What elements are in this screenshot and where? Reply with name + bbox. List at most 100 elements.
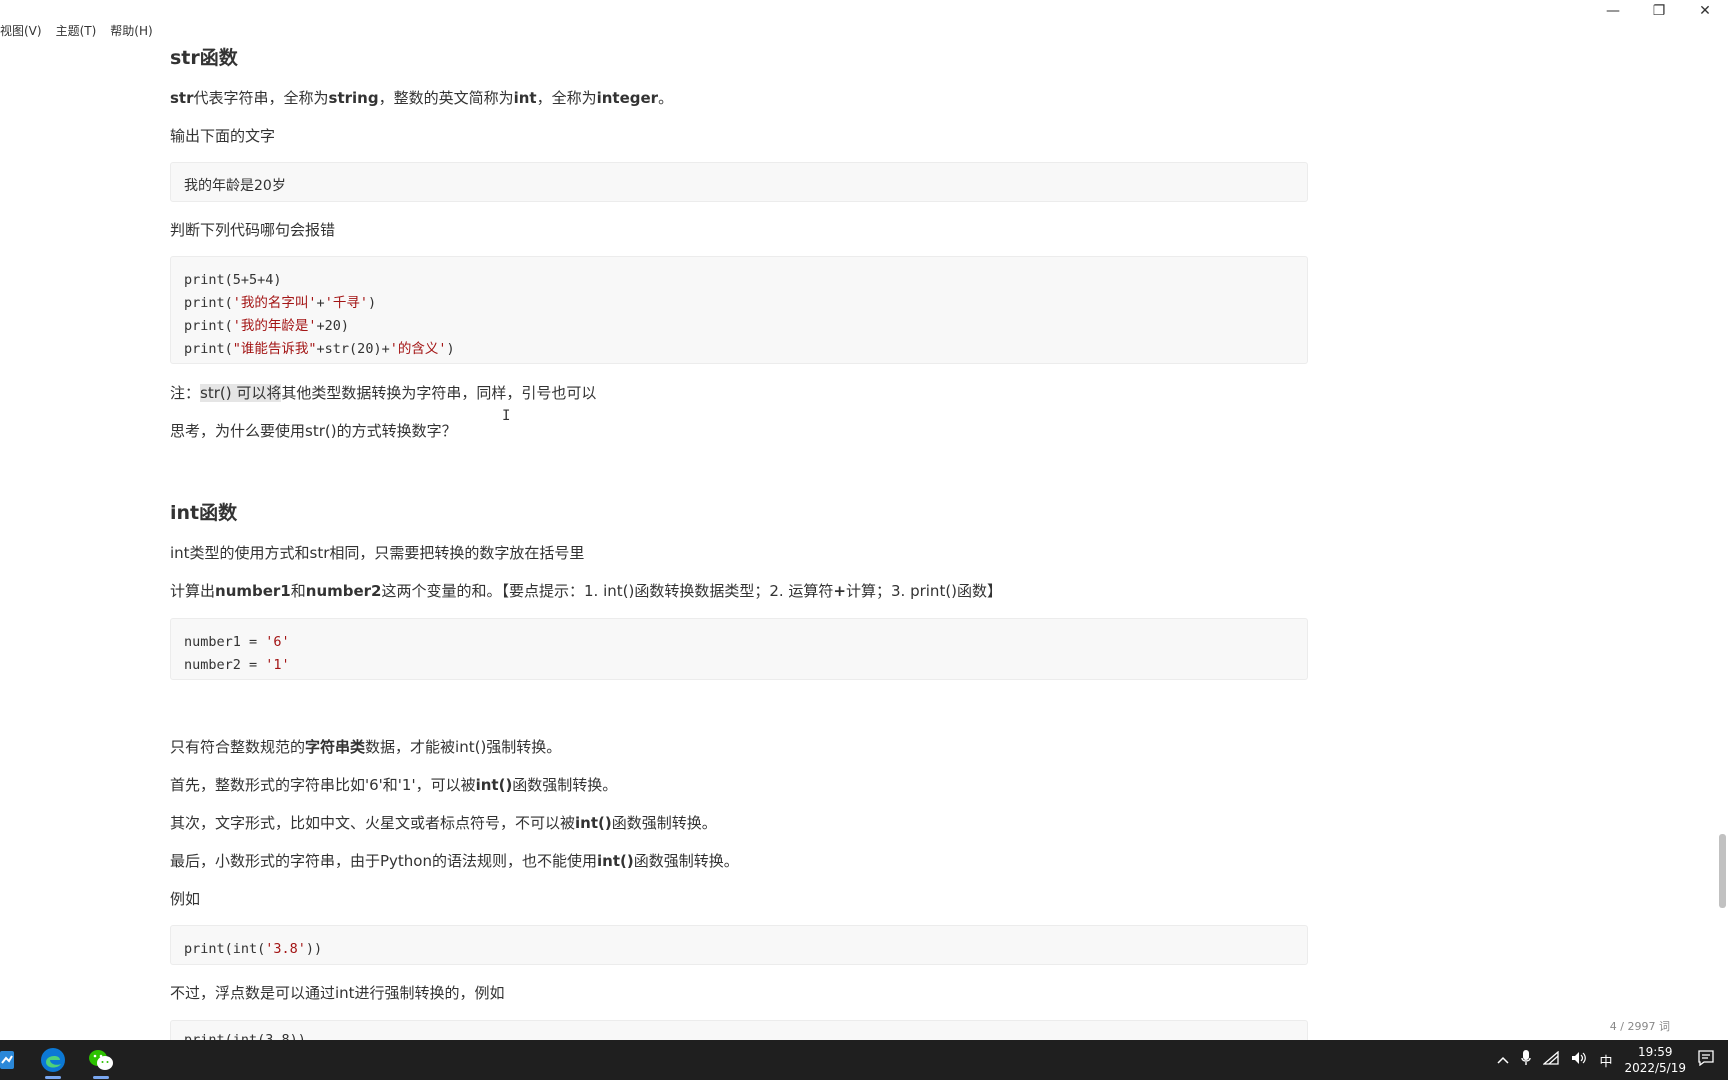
bold-text: int: [513, 89, 537, 107]
clock[interactable]: 19:59 2022/5/19: [1624, 1044, 1686, 1076]
network-icon[interactable]: [1542, 1050, 1560, 1069]
code-fn: print(: [184, 341, 233, 357]
code-line: number1 = '6': [184, 631, 1294, 654]
text: 计算出: [170, 582, 216, 600]
menu-bar: 视图(V) 主题(T) 帮助(H): [0, 22, 153, 39]
code-op: +: [316, 295, 325, 311]
bold-text: int(): [475, 776, 513, 794]
code-block-3: number1 = '6' number2 = '1': [170, 618, 1308, 680]
paragraph-second: 其次，文字形式，比如中文、火星文或者标点符号，不可以被int()函数强制转换。: [170, 812, 717, 833]
code-line: print('我的名字叫'+'千寻'): [184, 292, 1294, 315]
heading-str: str函数: [170, 47, 238, 69]
code-line: print('我的年龄是'+20): [184, 315, 1294, 338]
text: 数据，才能被int()强制转换。: [365, 738, 562, 756]
code-string: '1': [265, 657, 290, 673]
code-lhs: number1 =: [184, 634, 266, 650]
selected-text[interactable]: str() 可以将: [200, 384, 282, 402]
code-block-2: print(5+5+4) print('我的名字叫'+'千寻') print('…: [170, 256, 1308, 364]
code-paren: )): [305, 941, 323, 957]
code-op: +str(20)+: [316, 341, 390, 357]
wechat-icon: [89, 1050, 113, 1070]
code-fn: print(5+5+4): [184, 272, 282, 288]
app-icon-partial[interactable]: [0, 1045, 16, 1075]
text: 这两个变量的和。【要点提示：1. int()函数转换数据类型；2. 运算符: [381, 582, 834, 600]
volume-icon[interactable]: [1571, 1051, 1587, 1069]
notification-icon[interactable]: [1698, 1050, 1714, 1070]
code-fn: print(: [184, 295, 233, 311]
text: 其次，文字形式，比如中文、火星文或者标点符号，不可以被: [170, 814, 576, 832]
taskbar-edge[interactable]: [38, 1045, 68, 1079]
code-string: "谁能告诉我": [232, 341, 317, 357]
code-line: print("谁能告诉我"+str(20)+'的含义'): [184, 338, 1294, 361]
taskbar-wechat[interactable]: [86, 1045, 116, 1079]
code-string: '3.8': [265, 941, 306, 957]
heading-int: int函数: [170, 502, 238, 524]
code-block-4: print(int('3.8')): [170, 925, 1308, 965]
note-prefix: 注：: [170, 384, 201, 402]
code-paren: ): [367, 295, 377, 311]
bold-text: int(): [575, 814, 612, 832]
word-count: 4 / 2997 词: [1609, 1020, 1670, 1033]
app-partial-icon: [0, 1051, 14, 1069]
bold-text: +: [833, 582, 846, 600]
chevron-up-icon[interactable]: [1497, 1053, 1509, 1068]
code-op: +20): [316, 318, 350, 334]
close-button[interactable]: ✕: [1682, 0, 1728, 22]
code-paren: ): [446, 341, 455, 357]
paragraph-task: 计算出number1和number2这两个变量的和。【要点提示：1. int()…: [170, 580, 1002, 601]
scrollbar[interactable]: [1717, 22, 1728, 1040]
text: 函数强制转换。: [512, 776, 618, 794]
scrollbar-thumb[interactable]: [1719, 834, 1726, 908]
code-line: print(5+5+4): [184, 269, 1294, 292]
bold-text: integer: [596, 89, 659, 107]
microphone-icon[interactable]: [1521, 1050, 1532, 1070]
code-string: '千寻': [324, 295, 368, 311]
code-string: '6': [265, 634, 290, 650]
paragraph-last: 最后，小数形式的字符串，由于Python的语法规则，也不能使用int()函数强制…: [170, 850, 739, 871]
paragraph-first: 首先，整数形式的字符串比如'6'和'1'，可以被int()函数强制转换。: [170, 774, 617, 795]
paragraph-note[interactable]: 注：str() 可以将其他类型数据转换为字符串，同样，引号也可以: [170, 382, 596, 403]
paragraph-str-intro: str代表字符串，全称为string，整数的英文简称为int，全称为intege…: [170, 87, 673, 108]
bold-text: string: [328, 89, 379, 107]
text: 函数强制转换。: [633, 852, 739, 870]
code-string: '我的年龄是': [232, 318, 317, 334]
text: 最后，小数形式的字符串，由于Python的语法规则，也不能使用: [170, 852, 597, 870]
code-string: '我的名字叫': [232, 295, 317, 311]
bold-text: 字符串类: [305, 738, 366, 756]
minimize-button[interactable]: —: [1590, 0, 1636, 22]
text: 函数强制转换。: [611, 814, 717, 832]
text: 和: [290, 582, 306, 600]
ime-indicator[interactable]: 中: [1599, 1051, 1612, 1070]
clock-date: 2022/5/19: [1624, 1061, 1686, 1075]
menu-view[interactable]: 视图(V): [0, 22, 42, 39]
window-controls: — ❐ ✕: [1590, 0, 1728, 22]
clock-time: 19:59: [1637, 1045, 1673, 1059]
paragraph-judge: 判断下列代码哪句会报错: [170, 221, 336, 239]
code-string: '的含义': [389, 341, 447, 357]
text: 代表字符串，全称为: [193, 89, 329, 107]
bold-text: number1: [215, 582, 291, 600]
code-lhs: number2 =: [184, 657, 266, 673]
bold-text: number2: [305, 582, 382, 600]
menu-help[interactable]: 帮助(H): [110, 22, 152, 39]
text: 计算；3. print()函数】: [846, 582, 1003, 600]
paragraph-int-intro: int类型的使用方式和str相同，只需要把转换的数字放在括号里: [170, 544, 585, 562]
paragraph-rule: 只有符合整数规范的字符串类数据，才能被int()强制转换。: [170, 736, 561, 757]
bold-text: str: [170, 89, 194, 107]
menu-theme[interactable]: 主题(T): [56, 22, 97, 39]
code-fn: print(int(: [184, 941, 266, 957]
text: 。: [658, 89, 674, 107]
restore-button[interactable]: ❐: [1636, 0, 1682, 22]
edge-icon: [41, 1048, 65, 1072]
text-cursor-icon: I: [502, 408, 511, 424]
code-text: 我的年龄是20岁: [184, 178, 286, 194]
text: ，全称为: [536, 89, 597, 107]
text: 只有符合整数规范的: [170, 738, 306, 756]
text: 首先，整数形式的字符串比如'6'和'1'，可以被: [170, 776, 476, 794]
code-block-1: 我的年龄是20岁: [170, 162, 1308, 202]
paragraph-think: 思考，为什么要使用str()的方式转换数字？: [170, 422, 457, 440]
bold-text: int(): [597, 852, 634, 870]
paragraph-float: 不过，浮点数是可以通过int进行强制转换的，例如: [170, 984, 505, 1002]
code-fn: print(: [184, 318, 233, 334]
paragraph-output-text: 输出下面的文字: [170, 127, 276, 145]
